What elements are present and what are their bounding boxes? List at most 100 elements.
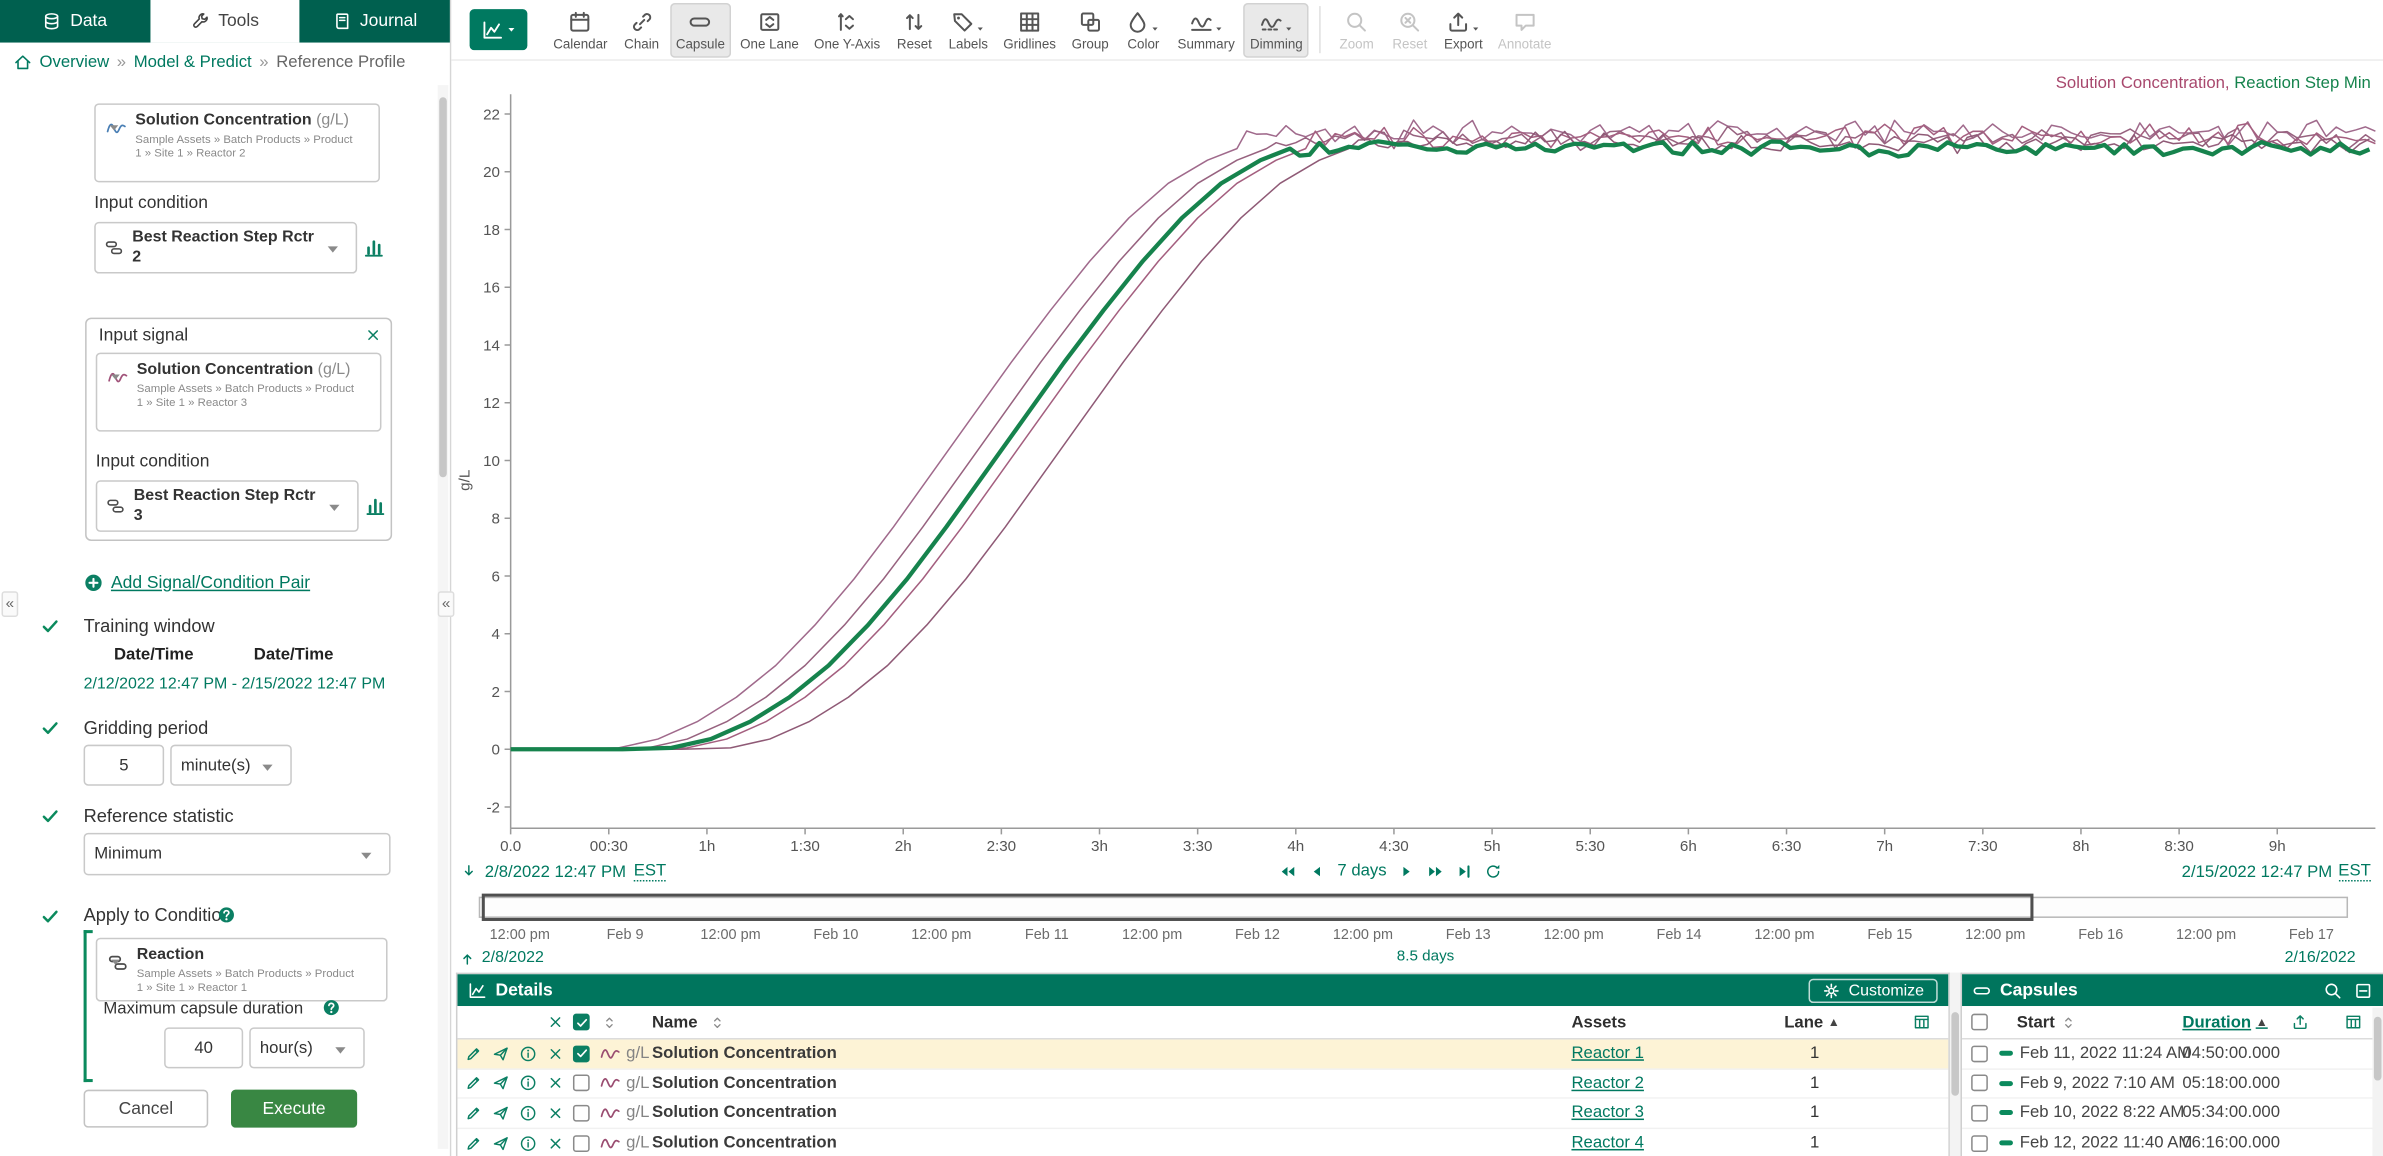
- edit-icon[interactable]: [465, 1135, 482, 1152]
- toolbar-labels-button[interactable]: Labels: [943, 3, 995, 58]
- timeline-selection[interactable]: [482, 894, 2034, 921]
- step-back-full-button[interactable]: [1280, 862, 1297, 879]
- capsule-checkbox[interactable]: [1971, 1135, 1988, 1152]
- select-all-checkbox[interactable]: [573, 1014, 590, 1031]
- asset-link[interactable]: Reactor 3: [1571, 1099, 1643, 1127]
- details-row-1[interactable]: g/LSolution ConcentrationReactor 11: [457, 1040, 1948, 1070]
- toolbar-group-button[interactable]: Group: [1065, 3, 1115, 58]
- toolbar-summary-button[interactable]: Summary: [1171, 3, 1240, 58]
- collapse-sidebar-button[interactable]: «: [438, 591, 455, 617]
- columns-icon[interactable]: [1913, 1014, 1930, 1031]
- tab-tools[interactable]: Tools: [150, 0, 300, 43]
- timezone-link[interactable]: EST: [634, 862, 667, 882]
- details-row-4[interactable]: g/LSolution ConcentrationReactor 41: [457, 1129, 1948, 1156]
- input-signal-select-2[interactable]: Solution Concentration (g/L) Sample Asse…: [96, 353, 382, 432]
- investigate-range-end[interactable]: 2/16/2022: [2285, 948, 2356, 966]
- remove-icon[interactable]: [547, 1045, 564, 1062]
- export-capsules-icon[interactable]: [2292, 1014, 2309, 1031]
- toolbar-one-y-axis-button[interactable]: One Y-Axis: [808, 3, 886, 58]
- send-icon[interactable]: [492, 1075, 509, 1092]
- legend-item[interactable]: Solution Concentration,: [2056, 74, 2230, 92]
- info-icon[interactable]: [520, 1045, 537, 1062]
- details-scrollbar[interactable]: [1950, 973, 1961, 1156]
- input-condition-select-2[interactable]: Best Reaction Step Rctr 3: [96, 480, 359, 532]
- display-range-end[interactable]: 2/15/2022 12:47 PM: [2182, 862, 2333, 880]
- details-row-3[interactable]: g/LSolution ConcentrationReactor 31: [457, 1099, 1948, 1129]
- reference-statistic-select[interactable]: Minimum: [84, 833, 391, 876]
- remove-pair-button[interactable]: [365, 327, 382, 344]
- asset-link[interactable]: Reactor 1: [1571, 1040, 1643, 1068]
- toolbar-calendar-button[interactable]: Calendar: [547, 3, 613, 58]
- sort-icon[interactable]: [602, 1014, 617, 1029]
- row-checkbox[interactable]: [573, 1135, 590, 1152]
- details-row-2[interactable]: g/LSolution ConcentrationReactor 21: [457, 1069, 1948, 1099]
- toolbar-capsule-button[interactable]: Capsule: [670, 3, 731, 58]
- step-forward-button[interactable]: [1399, 862, 1416, 879]
- send-icon[interactable]: [492, 1135, 509, 1152]
- info-icon[interactable]: [520, 1075, 537, 1092]
- column-start[interactable]: Start: [2017, 1006, 2076, 1038]
- training-window-range[interactable]: 2/12/2022 12:47 PM - 2/15/2022 12:47 PM: [84, 675, 386, 693]
- remove-icon[interactable]: [547, 1075, 564, 1092]
- minimize-icon[interactable]: [2354, 981, 2372, 999]
- column-lane[interactable]: Lane▲: [1784, 1006, 1840, 1038]
- breadcrumb-item-reference-profile[interactable]: Reference Profile: [276, 53, 405, 71]
- toolbar-export-button[interactable]: Export: [1438, 3, 1489, 58]
- input-condition-select-1[interactable]: Best Reaction Step Rctr 2: [94, 222, 357, 274]
- view-condition-button[interactable]: [365, 495, 386, 516]
- auto-update-button[interactable]: [1485, 862, 1502, 879]
- cancel-button[interactable]: Cancel: [84, 1090, 209, 1128]
- send-icon[interactable]: [492, 1105, 509, 1122]
- breadcrumb-item-overview[interactable]: Overview: [40, 53, 110, 71]
- search-icon[interactable]: [2324, 981, 2342, 999]
- gridding-unit-select[interactable]: minute(s): [170, 745, 292, 786]
- edit-icon[interactable]: [465, 1105, 482, 1122]
- remove-icon[interactable]: [547, 1105, 564, 1122]
- asset-link[interactable]: Reactor 4: [1571, 1129, 1643, 1156]
- capsule-row-2[interactable]: Feb 9, 2022 7:10 AM05:18:00.000: [1962, 1069, 2383, 1099]
- send-icon[interactable]: [492, 1045, 509, 1062]
- toolbar-chain-button[interactable]: Chain: [617, 3, 667, 58]
- capsule-row-1[interactable]: Feb 11, 2022 11:24 AM04:50:00.000: [1962, 1040, 2383, 1070]
- edit-icon[interactable]: [465, 1045, 482, 1062]
- row-checkbox[interactable]: [573, 1105, 590, 1122]
- timezone-link[interactable]: EST: [2338, 862, 2371, 882]
- step-forward-full-button[interactable]: [1428, 862, 1445, 879]
- row-checkbox[interactable]: [573, 1075, 590, 1092]
- view-condition-button[interactable]: [363, 237, 384, 258]
- toolbar-gridlines-button[interactable]: Gridlines: [997, 3, 1062, 58]
- asset-link[interactable]: Reactor 2: [1571, 1069, 1643, 1097]
- input-signal-select-1[interactable]: Solution Concentration (g/L) Sample Asse…: [94, 103, 380, 182]
- max-duration-unit-select[interactable]: hour(s): [249, 1027, 365, 1068]
- investigate-range-start[interactable]: 2/8/2022: [482, 948, 544, 966]
- tab-journal[interactable]: Journal: [300, 0, 450, 43]
- breadcrumb-item-model-predict[interactable]: Model & Predict: [134, 53, 252, 71]
- capsule-columns-icon[interactable]: [2345, 1014, 2362, 1031]
- max-duration-input[interactable]: 40: [164, 1027, 243, 1068]
- display-range-start[interactable]: 2/8/2022 12:47 PM: [485, 862, 626, 880]
- info-icon[interactable]: [520, 1135, 537, 1152]
- step-back-button[interactable]: [1309, 862, 1326, 879]
- legend-item[interactable]: Reaction Step Min: [2234, 74, 2371, 92]
- apply-condition-select[interactable]: Reaction Sample Assets » Batch Products …: [96, 938, 388, 1002]
- remove-icon[interactable]: [547, 1135, 564, 1152]
- go-to-now-button[interactable]: [1457, 862, 1474, 879]
- sort-name-icon[interactable]: [710, 1014, 725, 1029]
- row-checkbox[interactable]: [573, 1045, 590, 1062]
- select-all-capsules-checkbox[interactable]: [1971, 1014, 1988, 1031]
- customize-button[interactable]: Customize: [1809, 978, 1938, 1002]
- toolbar-color-button[interactable]: Color: [1118, 3, 1168, 58]
- toolbar-reset-button[interactable]: Reset: [889, 3, 939, 58]
- capsule-checkbox[interactable]: [1971, 1075, 1988, 1092]
- remove-all-icon[interactable]: [547, 1014, 564, 1031]
- capsule-row-4[interactable]: Feb 12, 2022 11:40 AM06:16:00.000: [1962, 1129, 2383, 1156]
- capsule-checkbox[interactable]: [1971, 1045, 1988, 1062]
- capsule-checkbox[interactable]: [1971, 1105, 1988, 1122]
- toolbar-one-lane-button[interactable]: One Lane: [734, 3, 805, 58]
- execute-button[interactable]: Execute: [231, 1090, 357, 1128]
- column-assets[interactable]: Assets: [1571, 1006, 1626, 1038]
- column-name[interactable]: Name: [652, 1006, 698, 1038]
- help-icon[interactable]: [217, 906, 235, 924]
- gridding-value-input[interactable]: 5: [84, 745, 165, 786]
- column-duration[interactable]: Duration▲: [2182, 1006, 2267, 1038]
